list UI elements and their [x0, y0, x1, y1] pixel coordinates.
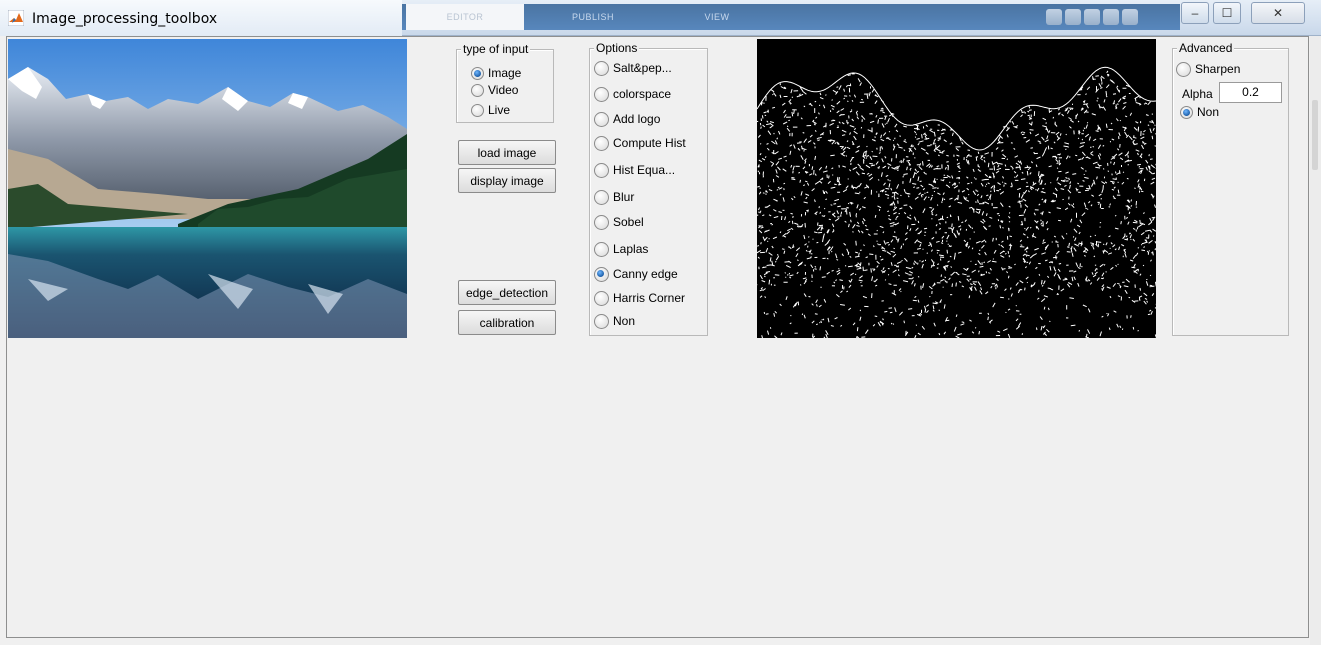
undo-icon[interactable]	[1084, 9, 1100, 25]
input-image-axes	[8, 39, 407, 338]
option-blur[interactable]: Blur	[594, 189, 634, 205]
option-salt-pep[interactable]: Salt&pep...	[594, 60, 672, 76]
option-laplas-label: Laplas	[613, 242, 649, 256]
option-sobel-indicator[interactable]	[594, 214, 609, 230]
calibration-button[interactable]: calibration	[458, 310, 556, 335]
minimize-button[interactable]: –	[1181, 2, 1209, 24]
option-harris-corner-label: Harris Corner	[613, 291, 686, 305]
option-harris-corner-indicator[interactable]	[594, 290, 609, 306]
save-icon[interactable]	[1046, 9, 1062, 25]
tab-publish[interactable]: PUBLISH	[534, 6, 652, 28]
radio-image[interactable]: Image	[471, 65, 521, 81]
alpha-label: Alpha	[1182, 87, 1213, 101]
radio-non-advanced[interactable]: Non	[1180, 104, 1219, 120]
option-colorspace-label: colorspace	[613, 87, 672, 101]
option-canny-edge-indicator[interactable]	[594, 266, 609, 282]
title-bar: Image_processing_toolbox EDITOR PUBLISH …	[0, 0, 1321, 36]
display-image-button[interactable]: display image	[458, 168, 556, 193]
option-colorspace[interactable]: colorspace	[594, 86, 671, 102]
title-area: Image_processing_toolbox	[0, 0, 402, 36]
option-sobel[interactable]: Sobel	[594, 214, 644, 230]
option-canny-edge-label: Canny edge	[613, 267, 678, 281]
option-non-label: Non	[613, 314, 636, 328]
option-salt-pep-label: Salt&pep...	[613, 61, 672, 75]
option-salt-pep-indicator[interactable]	[594, 60, 609, 76]
radio-sharpen-indicator[interactable]	[1176, 61, 1191, 77]
option-hist-equa[interactable]: Hist Equa...	[594, 162, 675, 178]
edge-detection-button[interactable]: edge_detection	[458, 280, 556, 305]
option-non[interactable]: Non	[594, 313, 635, 329]
radio-image-indicator[interactable]	[471, 66, 484, 80]
radio-video-indicator[interactable]	[471, 83, 484, 97]
tab-editor[interactable]: EDITOR	[406, 4, 524, 30]
option-blur-label: Blur	[613, 190, 635, 204]
advanced-title: Advanced	[1177, 41, 1235, 55]
edge-strokes	[757, 66, 1156, 338]
option-non-indicator[interactable]	[594, 313, 609, 329]
option-hist-equa-label: Hist Equa...	[613, 163, 676, 177]
help-icon[interactable]	[1122, 9, 1138, 25]
radio-video-label: Video	[488, 83, 519, 97]
matlab-icon	[8, 10, 24, 26]
option-hist-equa-indicator[interactable]	[594, 162, 609, 178]
option-compute-hist-indicator[interactable]	[594, 135, 609, 151]
scrollbar-thumb[interactable]	[1312, 100, 1318, 170]
option-harris-corner[interactable]: Harris Corner	[594, 290, 685, 306]
option-canny-edge[interactable]: Canny edge	[594, 266, 678, 282]
radio-sharpen-label: Sharpen	[1195, 62, 1241, 76]
radio-video[interactable]: Video	[471, 82, 518, 98]
quick-access-toolbar	[1046, 6, 1176, 28]
radio-live[interactable]: Live	[471, 102, 510, 118]
option-add-logo-label: Add logo	[613, 112, 661, 126]
tab-view[interactable]: VIEW	[658, 6, 776, 28]
options-title: Options	[594, 41, 640, 55]
mountain-lake-image	[8, 39, 407, 338]
window-title: Image_processing_toolbox	[32, 11, 218, 27]
option-colorspace-indicator[interactable]	[594, 86, 609, 102]
output-image-axes	[757, 39, 1156, 338]
option-sobel-label: Sobel	[613, 215, 644, 229]
radio-live-indicator[interactable]	[471, 103, 484, 117]
radio-live-label: Live	[488, 103, 511, 117]
option-add-logo[interactable]: Add logo	[594, 111, 660, 127]
option-compute-hist-label: Compute Hist	[613, 136, 686, 150]
radio-non-advanced-label: Non	[1197, 105, 1220, 119]
close-button[interactable]: ✕	[1251, 2, 1305, 24]
option-laplas[interactable]: Laplas	[594, 241, 648, 257]
option-add-logo-indicator[interactable]	[594, 111, 609, 127]
option-laplas-indicator[interactable]	[594, 241, 609, 257]
option-compute-hist[interactable]: Compute Hist	[594, 135, 686, 151]
maximize-button[interactable]: ☐	[1213, 2, 1241, 24]
alpha-input[interactable]: 0.2	[1219, 82, 1282, 103]
canny-edge-image	[757, 66, 1156, 338]
option-blur-indicator[interactable]	[594, 189, 609, 205]
load-image-button[interactable]: load image	[458, 140, 556, 165]
folder-icon[interactable]	[1065, 9, 1081, 25]
redo-icon[interactable]	[1103, 9, 1119, 25]
radio-image-label: Image	[488, 66, 522, 80]
type-of-input-title: type of input	[461, 42, 531, 56]
radio-non-advanced-indicator[interactable]	[1180, 105, 1193, 119]
radio-sharpen[interactable]: Sharpen	[1176, 61, 1240, 77]
